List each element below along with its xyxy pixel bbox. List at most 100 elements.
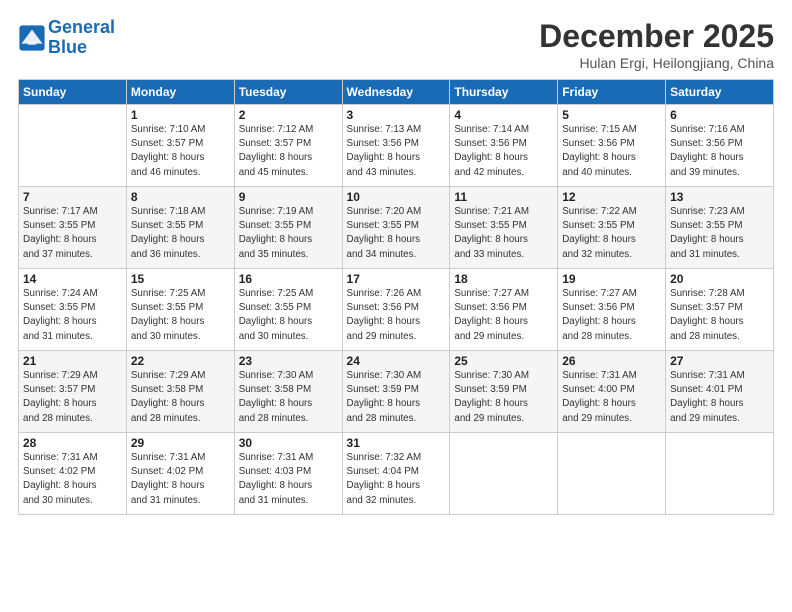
day-number: 13 [670,190,769,204]
day-info: Sunrise: 7:27 AMSunset: 3:56 PMDaylight:… [562,287,661,344]
day-number: 2 [239,108,338,122]
calendar-cell: 4Sunrise: 7:14 AMSunset: 3:56 PMDaylight… [450,105,558,187]
calendar-cell: 22Sunrise: 7:29 AMSunset: 3:58 PMDayligh… [126,351,234,433]
calendar-cell: 18Sunrise: 7:27 AMSunset: 3:56 PMDayligh… [450,269,558,351]
day-number: 4 [454,108,553,122]
day-number: 25 [454,354,553,368]
calendar-cell: 30Sunrise: 7:31 AMSunset: 4:03 PMDayligh… [234,433,342,515]
day-info: Sunrise: 7:29 AMSunset: 3:58 PMDaylight:… [131,369,230,426]
day-info: Sunrise: 7:16 AMSunset: 3:56 PMDaylight:… [670,123,769,180]
day-info: Sunrise: 7:25 AMSunset: 3:55 PMDaylight:… [239,287,338,344]
day-info: Sunrise: 7:30 AMSunset: 3:59 PMDaylight:… [454,369,553,426]
day-info: Sunrise: 7:21 AMSunset: 3:55 PMDaylight:… [454,205,553,262]
day-number: 16 [239,272,338,286]
day-info: Sunrise: 7:24 AMSunset: 3:55 PMDaylight:… [23,287,122,344]
logo-text: General Blue [48,18,115,58]
calendar-cell [450,433,558,515]
location-subtitle: Hulan Ergi, Heilongjiang, China [539,55,774,71]
calendar-cell: 8Sunrise: 7:18 AMSunset: 3:55 PMDaylight… [126,187,234,269]
calendar-week-row: 7Sunrise: 7:17 AMSunset: 3:55 PMDaylight… [19,187,774,269]
day-info: Sunrise: 7:27 AMSunset: 3:56 PMDaylight:… [454,287,553,344]
calendar-cell: 12Sunrise: 7:22 AMSunset: 3:55 PMDayligh… [558,187,666,269]
day-number: 18 [454,272,553,286]
calendar-cell: 19Sunrise: 7:27 AMSunset: 3:56 PMDayligh… [558,269,666,351]
day-number: 22 [131,354,230,368]
calendar-cell: 31Sunrise: 7:32 AMSunset: 4:04 PMDayligh… [342,433,450,515]
day-info: Sunrise: 7:28 AMSunset: 3:57 PMDaylight:… [670,287,769,344]
day-info: Sunrise: 7:14 AMSunset: 3:56 PMDaylight:… [454,123,553,180]
calendar-week-row: 21Sunrise: 7:29 AMSunset: 3:57 PMDayligh… [19,351,774,433]
day-number: 21 [23,354,122,368]
calendar-cell [558,433,666,515]
day-number: 29 [131,436,230,450]
day-number: 17 [347,272,446,286]
calendar-cell: 10Sunrise: 7:20 AMSunset: 3:55 PMDayligh… [342,187,450,269]
calendar-week-row: 1Sunrise: 7:10 AMSunset: 3:57 PMDaylight… [19,105,774,187]
calendar-cell: 20Sunrise: 7:28 AMSunset: 3:57 PMDayligh… [666,269,774,351]
day-number: 5 [562,108,661,122]
calendar-cell [666,433,774,515]
day-number: 11 [454,190,553,204]
calendar-cell: 28Sunrise: 7:31 AMSunset: 4:02 PMDayligh… [19,433,127,515]
day-info: Sunrise: 7:31 AMSunset: 4:02 PMDaylight:… [23,451,122,508]
calendar-cell: 26Sunrise: 7:31 AMSunset: 4:00 PMDayligh… [558,351,666,433]
calendar-cell: 6Sunrise: 7:16 AMSunset: 3:56 PMDaylight… [666,105,774,187]
calendar-cell: 5Sunrise: 7:15 AMSunset: 3:56 PMDaylight… [558,105,666,187]
calendar-cell: 16Sunrise: 7:25 AMSunset: 3:55 PMDayligh… [234,269,342,351]
day-number: 7 [23,190,122,204]
calendar-cell: 14Sunrise: 7:24 AMSunset: 3:55 PMDayligh… [19,269,127,351]
weekday-header: Friday [558,80,666,105]
day-info: Sunrise: 7:19 AMSunset: 3:55 PMDaylight:… [239,205,338,262]
day-info: Sunrise: 7:29 AMSunset: 3:57 PMDaylight:… [23,369,122,426]
calendar-cell [19,105,127,187]
day-info: Sunrise: 7:31 AMSunset: 4:03 PMDaylight:… [239,451,338,508]
day-info: Sunrise: 7:15 AMSunset: 3:56 PMDaylight:… [562,123,661,180]
day-number: 9 [239,190,338,204]
day-number: 3 [347,108,446,122]
title-block: December 2025 Hulan Ergi, Heilongjiang, … [539,18,774,71]
calendar-cell: 21Sunrise: 7:29 AMSunset: 3:57 PMDayligh… [19,351,127,433]
weekday-header: Tuesday [234,80,342,105]
weekday-header: Sunday [19,80,127,105]
day-number: 12 [562,190,661,204]
calendar-cell: 15Sunrise: 7:25 AMSunset: 3:55 PMDayligh… [126,269,234,351]
calendar-week-row: 14Sunrise: 7:24 AMSunset: 3:55 PMDayligh… [19,269,774,351]
calendar-cell: 7Sunrise: 7:17 AMSunset: 3:55 PMDaylight… [19,187,127,269]
day-number: 8 [131,190,230,204]
calendar-header: SundayMondayTuesdayWednesdayThursdayFrid… [19,80,774,105]
day-info: Sunrise: 7:30 AMSunset: 3:59 PMDaylight:… [347,369,446,426]
day-number: 19 [562,272,661,286]
day-number: 15 [131,272,230,286]
day-number: 31 [347,436,446,450]
calendar-cell: 9Sunrise: 7:19 AMSunset: 3:55 PMDaylight… [234,187,342,269]
day-info: Sunrise: 7:31 AMSunset: 4:02 PMDaylight:… [131,451,230,508]
calendar-cell: 2Sunrise: 7:12 AMSunset: 3:57 PMDaylight… [234,105,342,187]
day-info: Sunrise: 7:23 AMSunset: 3:55 PMDaylight:… [670,205,769,262]
page: General Blue December 2025 Hulan Ergi, H… [0,0,792,612]
day-info: Sunrise: 7:22 AMSunset: 3:55 PMDaylight:… [562,205,661,262]
day-info: Sunrise: 7:18 AMSunset: 3:55 PMDaylight:… [131,205,230,262]
day-number: 6 [670,108,769,122]
calendar-week-row: 28Sunrise: 7:31 AMSunset: 4:02 PMDayligh… [19,433,774,515]
weekday-header: Thursday [450,80,558,105]
weekday-header: Wednesday [342,80,450,105]
day-info: Sunrise: 7:31 AMSunset: 4:01 PMDaylight:… [670,369,769,426]
weekday-row: SundayMondayTuesdayWednesdayThursdayFrid… [19,80,774,105]
day-info: Sunrise: 7:26 AMSunset: 3:56 PMDaylight:… [347,287,446,344]
day-number: 30 [239,436,338,450]
day-info: Sunrise: 7:31 AMSunset: 4:00 PMDaylight:… [562,369,661,426]
day-info: Sunrise: 7:32 AMSunset: 4:04 PMDaylight:… [347,451,446,508]
day-number: 23 [239,354,338,368]
month-title: December 2025 [539,18,774,55]
calendar-cell: 27Sunrise: 7:31 AMSunset: 4:01 PMDayligh… [666,351,774,433]
weekday-header: Saturday [666,80,774,105]
calendar-table: SundayMondayTuesdayWednesdayThursdayFrid… [18,79,774,515]
day-number: 1 [131,108,230,122]
day-number: 27 [670,354,769,368]
day-info: Sunrise: 7:17 AMSunset: 3:55 PMDaylight:… [23,205,122,262]
logo-icon [18,24,46,52]
calendar-cell: 23Sunrise: 7:30 AMSunset: 3:58 PMDayligh… [234,351,342,433]
day-info: Sunrise: 7:20 AMSunset: 3:55 PMDaylight:… [347,205,446,262]
calendar-cell: 17Sunrise: 7:26 AMSunset: 3:56 PMDayligh… [342,269,450,351]
day-number: 26 [562,354,661,368]
